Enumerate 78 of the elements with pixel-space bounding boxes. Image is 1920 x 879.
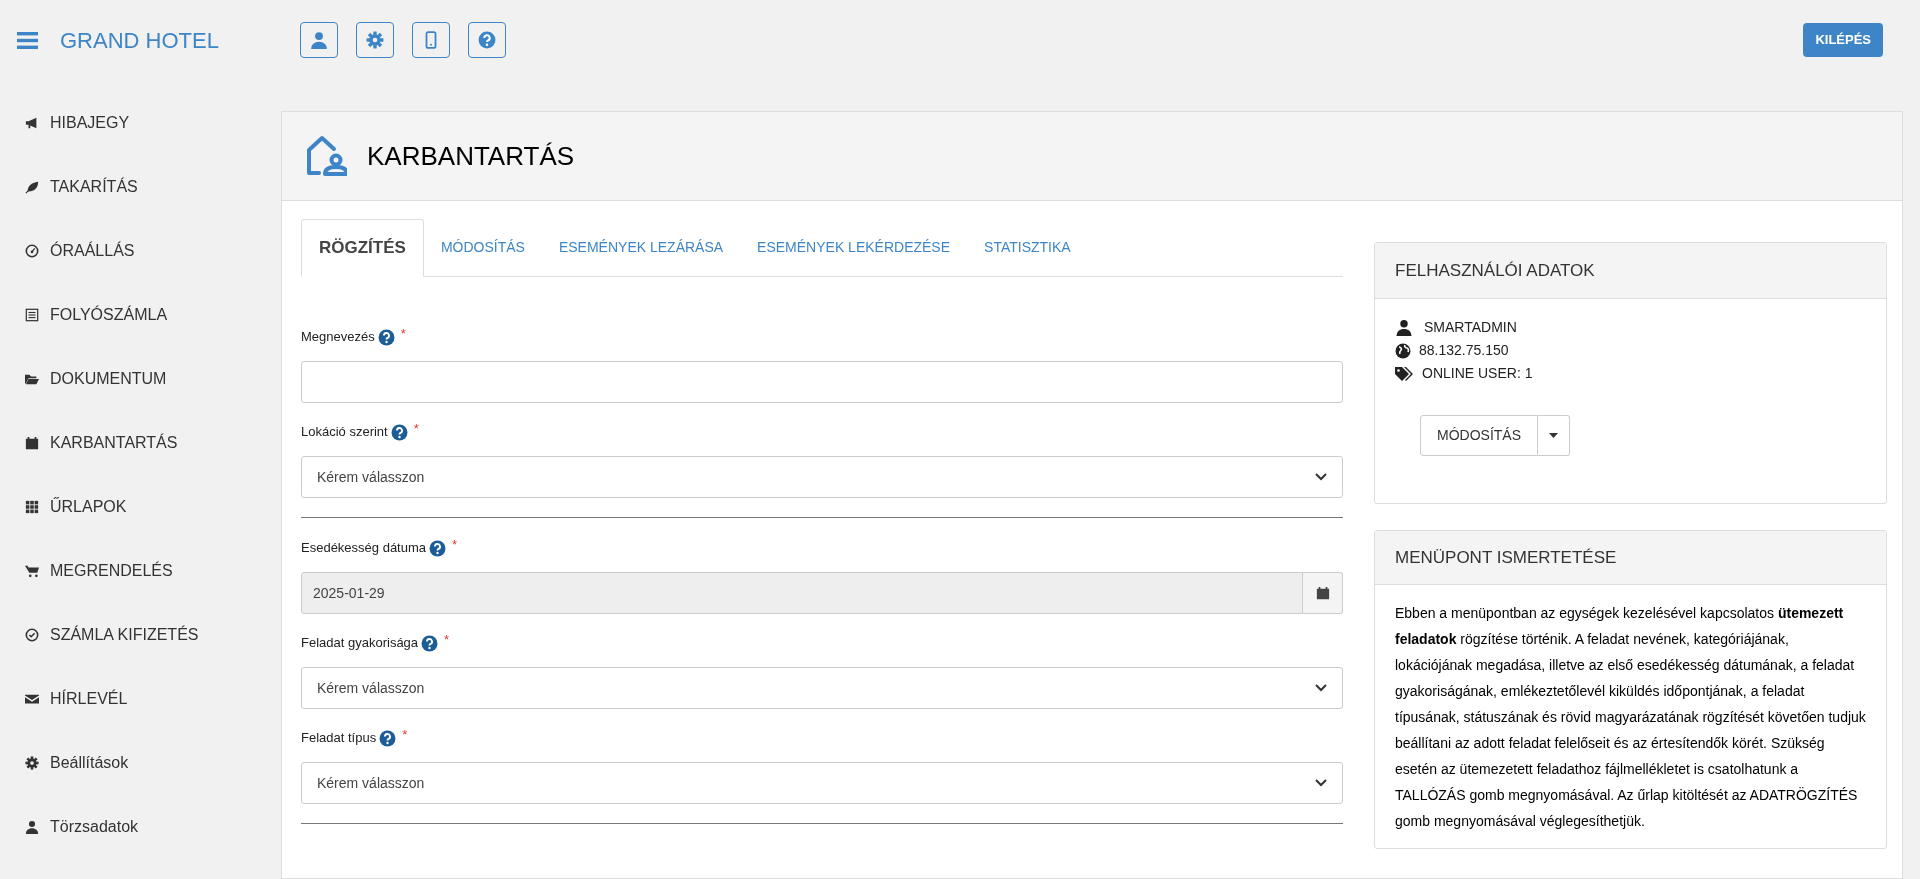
toolbar-button[interactable] <box>356 22 394 58</box>
check-circle-icon <box>25 628 39 642</box>
edit-button[interactable]: MÓDOSÍTÁS <box>1420 415 1538 456</box>
help-icon[interactable] <box>429 539 447 557</box>
required-mark: * <box>413 420 419 439</box>
dropdown-field[interactable]: Kérem válasszon <box>301 762 1343 804</box>
toolbar-button[interactable] <box>468 22 506 58</box>
dropdown-field[interactable]: Kérem válasszon <box>301 667 1343 709</box>
calendar-icon <box>1315 586 1330 600</box>
user-icon <box>25 820 39 834</box>
help-icon <box>478 31 496 49</box>
gear-icon <box>366 31 384 49</box>
description-text: Ebben a menüpontban az egységek kezelésével kapcsolatos ütemezett feladatok rögzítése történik. A feladat nevének, kategóriájának, lokációjának megadása, illetve az első esedékesség dátumának, a feladat gyakoriságának, emlékeztetőlevél kiküldés időpontjának, a feladat típusának, státuszának és rövid magyarázatának rögzítését követően tudjuk beállítani az adott feladat felelőseit és az értesítendők körét. Szükség esetén az ütemezetett feladathoz fájlmellékletet is csatolhatunk a TALLÓZÁS gomb megnyomásával. Az űrlap kitöltését az ADATRÖGZÍTÉS gomb megnyomásával véglegesíthetjük. <box>1394 604 1867 831</box>
chevron-down-icon <box>1315 473 1327 481</box>
tab[interactable]: RÖGZÍTÉS <box>301 219 424 277</box>
required-mark: * <box>444 631 450 650</box>
user-icon <box>310 31 328 49</box>
online-users: ONLINE USER: 1 <box>1422 364 1533 383</box>
sidebar-item[interactable]: TAKARÍTÁS <box>50 175 138 199</box>
field-label: Megnevezés <box>301 328 375 347</box>
sidebar-item[interactable]: MEGRENDELÉS <box>50 559 173 583</box>
field-label: Lokáció szerint <box>301 423 388 442</box>
cart-icon <box>25 564 39 578</box>
sidebar-item[interactable]: HÍRLEVÉL <box>50 687 128 711</box>
gear-icon <box>25 756 39 770</box>
menu-icon[interactable] <box>17 31 38 49</box>
tab[interactable]: ESEMÉNYEK LEKÉRDEZÉSE <box>740 218 968 276</box>
tab[interactable]: MÓDOSÍTÁS <box>423 218 542 276</box>
calendar-icon <box>25 436 39 450</box>
dropdown-toggle[interactable] <box>1538 415 1570 456</box>
required-mark: * <box>402 726 408 745</box>
sidebar-item[interactable]: ÓRAÁLLÁS <box>50 239 135 263</box>
tab[interactable]: STATISZTIKA <box>967 218 1088 276</box>
folder-icon <box>25 372 39 386</box>
toolbar-button[interactable] <box>300 22 338 58</box>
house-user-icon <box>305 135 347 177</box>
help-icon[interactable] <box>377 328 395 346</box>
sidebar-item[interactable]: FOLYÓSZÁMLA <box>50 303 168 327</box>
field-label: Feladat típus <box>301 729 377 748</box>
toolbar-button[interactable] <box>412 22 450 58</box>
list-icon <box>25 308 39 322</box>
field-label: Feladat gyakorisága <box>301 634 419 653</box>
logout-button[interactable]: KILÉPÉS <box>1803 23 1883 57</box>
field-label: Esedékesség dátuma <box>301 539 427 558</box>
panel-title: FELHASZNÁLÓI ADATOK <box>1375 243 1886 299</box>
calendar-button[interactable] <box>1303 572 1343 614</box>
dropdown-field[interactable]: Kérem válasszon <box>301 456 1343 498</box>
sidebar-item[interactable]: ŰRLAPOK <box>50 495 127 519</box>
sidebar-item[interactable]: HIBAJEGY <box>50 111 130 135</box>
grid-icon <box>25 500 39 514</box>
sidebar-item[interactable]: Törzsadatok <box>50 815 139 839</box>
sidebar-item[interactable]: KARBANTARTÁS <box>50 431 178 455</box>
sidebar-item[interactable]: Beállítások <box>50 751 129 775</box>
required-mark: * <box>400 325 406 344</box>
help-icon[interactable] <box>390 423 408 441</box>
text-field[interactable] <box>301 361 1343 403</box>
envelope-icon <box>25 692 39 706</box>
leaf-icon <box>25 180 39 194</box>
globe-icon <box>1395 342 1411 359</box>
page-title: KARBANTARTÁS <box>367 139 575 173</box>
chevron-down-icon <box>1315 684 1327 692</box>
help-icon[interactable] <box>421 634 439 652</box>
app-title: GRAND HOTEL <box>60 26 220 55</box>
tags-icon <box>1395 365 1414 382</box>
gauge-icon <box>25 244 39 258</box>
tab[interactable]: ESEMÉNYEK LEZÁRÁSA <box>541 218 741 276</box>
sidebar-item[interactable]: DOKUMENTUM <box>50 367 167 391</box>
help-icon[interactable] <box>379 729 397 747</box>
sidebar-item[interactable]: SZÁMLA KIFIZETÉS <box>50 623 199 647</box>
panel-title: MENÜPONT ISMERTETÉSE <box>1375 531 1886 585</box>
required-mark: * <box>452 536 458 555</box>
ip-address: 88.132.75.150 <box>1419 341 1509 360</box>
user-icon <box>1395 319 1413 336</box>
chevron-down-icon <box>1315 779 1327 787</box>
megaphone-icon <box>25 116 39 130</box>
username: SMARTADMIN <box>1424 318 1517 337</box>
caret-icon <box>1549 433 1558 438</box>
date-field[interactable]: 2025-01-29 <box>301 572 1303 614</box>
